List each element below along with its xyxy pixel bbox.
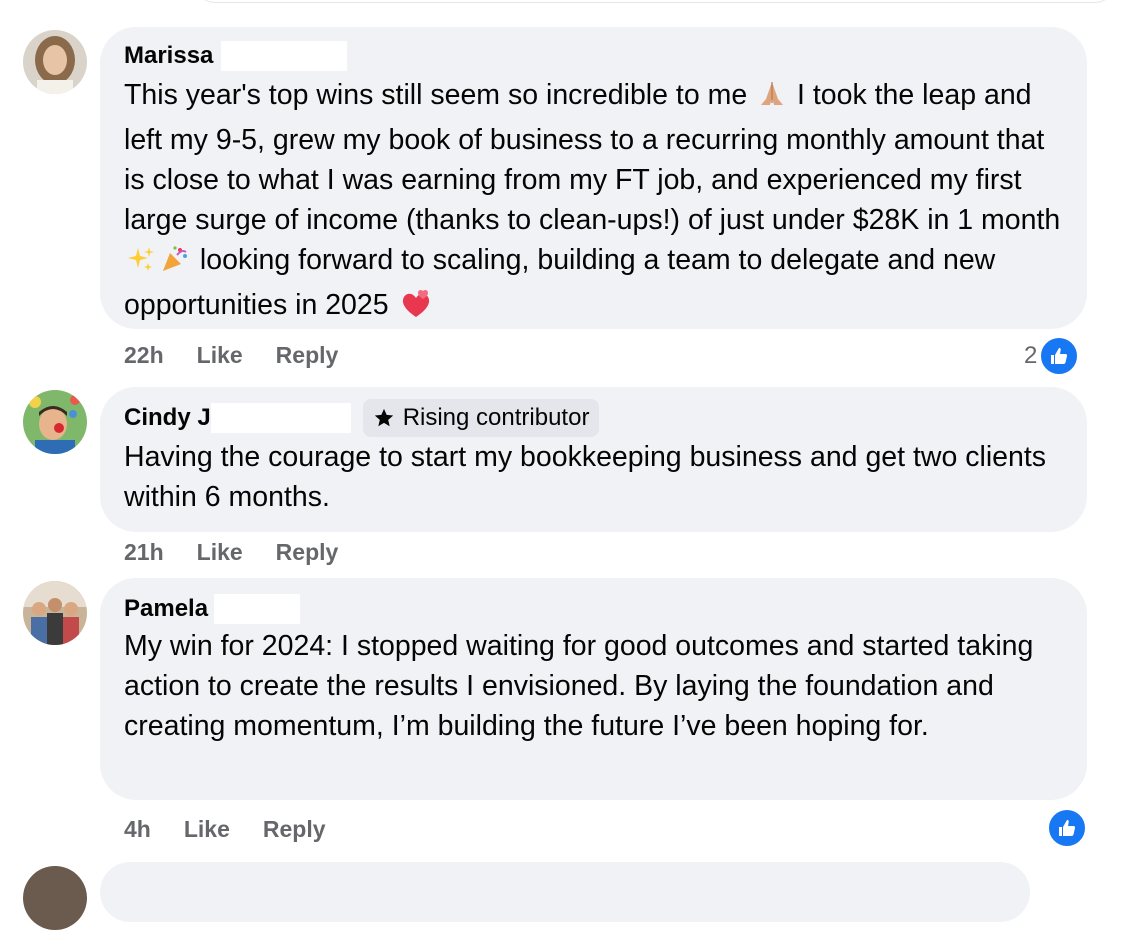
badge-label: Rising contributor: [402, 404, 590, 431]
reaction-summary[interactable]: 2: [1024, 336, 1080, 376]
reaction-summary[interactable]: [1045, 808, 1087, 848]
thumbs-up-icon: [1047, 808, 1087, 848]
comment-bubble: Cindy J Rising contributor Having the co…: [100, 387, 1087, 532]
star-icon: [373, 407, 395, 429]
comment-text: This year's top wins still seem so incre…: [124, 75, 1063, 330]
timestamp[interactable]: 22h: [124, 342, 164, 369]
folded-hands-icon: [757, 79, 787, 120]
timestamp[interactable]: 21h: [124, 539, 164, 566]
reply-button[interactable]: Reply: [276, 342, 339, 369]
reply-button[interactable]: Reply: [276, 539, 339, 566]
author-name[interactable]: Marissa: [124, 42, 213, 70]
timestamp[interactable]: 4h: [124, 816, 151, 843]
comment-actions: 22h Like Reply: [124, 342, 338, 369]
author-name[interactable]: Cindy J: [124, 404, 211, 432]
avatar[interactable]: [23, 30, 87, 94]
redacted-name: [210, 403, 351, 433]
comment-text: Having the courage to start my bookkeepi…: [124, 441, 1054, 513]
like-button[interactable]: Like: [184, 816, 230, 843]
comment-bubble: [100, 862, 1030, 922]
sparkles-icon: [126, 244, 156, 285]
thumbs-up-icon: [1039, 336, 1080, 376]
avatar[interactable]: [23, 390, 87, 454]
reaction-count: 2: [1024, 342, 1038, 369]
redacted-name: [214, 594, 301, 624]
avatar[interactable]: [23, 866, 87, 930]
comment-bubble: Pamela My win for 2024: I stopped waitin…: [100, 578, 1087, 800]
comment-text: My win for 2024: I stopped waiting for g…: [124, 630, 1042, 742]
like-button[interactable]: Like: [197, 342, 243, 369]
reply-button[interactable]: Reply: [263, 816, 326, 843]
rising-contributor-badge[interactable]: Rising contributor: [362, 399, 600, 437]
redacted-name: [221, 41, 348, 71]
previous-comment-edge: [195, 0, 1115, 3]
like-button[interactable]: Like: [197, 539, 243, 566]
comment-bubble: Marissa This year's top wins still seem …: [100, 27, 1087, 329]
comment-actions: 4h Like Reply: [124, 816, 326, 843]
comment-actions: 21h Like Reply: [124, 539, 338, 566]
avatar[interactable]: [23, 581, 87, 645]
two-hearts-icon: [399, 287, 433, 330]
author-name[interactable]: Pamela: [124, 595, 208, 623]
party-popper-icon: [160, 244, 190, 285]
